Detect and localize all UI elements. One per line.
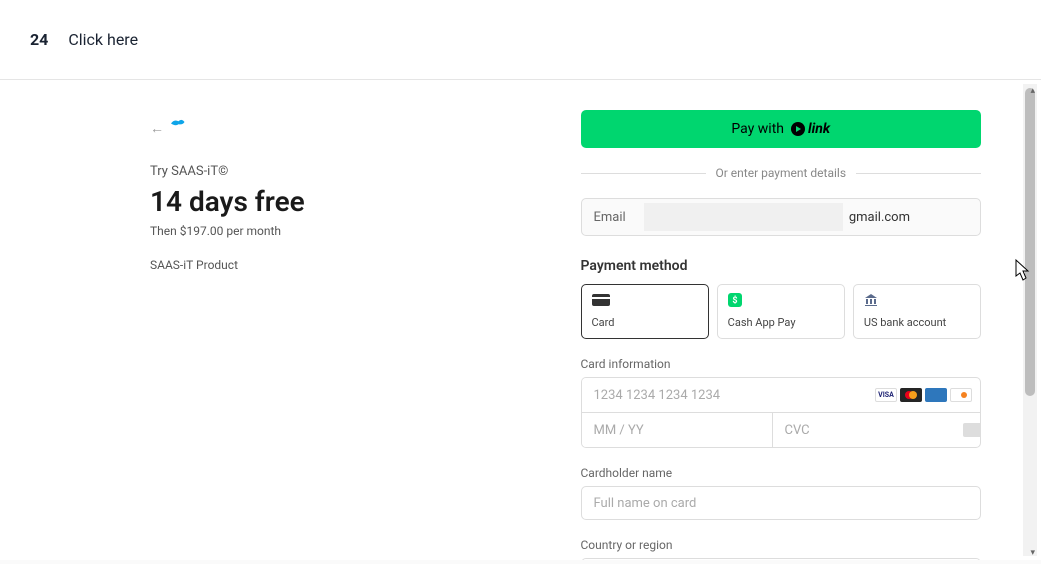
bank-icon: [864, 293, 878, 307]
right-panel: Pay with link Or enter payment details E…: [521, 80, 1041, 560]
cash-app-icon: $: [728, 293, 742, 307]
cvc-icon: [963, 423, 982, 437]
link-logo-icon: link: [790, 121, 830, 137]
cardholder-label: Cardholder name: [581, 466, 982, 480]
cardholder-name-input[interactable]: [581, 486, 982, 520]
card-number-input[interactable]: [582, 378, 876, 412]
product-name: SAAS-iT Product: [150, 258, 471, 272]
card-cvc-input[interactable]: [773, 413, 963, 447]
scroll-up-icon[interactable]: ▴: [1030, 86, 1035, 96]
country-select[interactable]: United States: [582, 559, 981, 560]
payment-method-tabs: Card $ Cash App Pay US bank account: [581, 284, 982, 339]
trial-headline: 14 days free: [150, 185, 471, 218]
country-label: Country or region: [581, 538, 982, 552]
cursor-icon: [1009, 258, 1031, 289]
price-after-trial: Then $197.00 per month: [150, 224, 471, 238]
step-header: 24 Click here: [0, 0, 1041, 80]
email-field[interactable]: Email gmail.com: [581, 198, 982, 236]
email-label: Email: [582, 210, 638, 225]
left-panel: ← Try SAAS-iT© 14 days free Then $197.00…: [0, 80, 521, 560]
step-number: 24: [30, 30, 48, 49]
email-domain: gmail.com: [849, 210, 980, 225]
mastercard-icon: [900, 388, 922, 402]
pay-with-link-button[interactable]: Pay with link: [581, 110, 982, 148]
amex-icon: [925, 388, 947, 402]
pay-with-label: Pay with: [731, 121, 784, 137]
card-info-label: Card information: [581, 357, 982, 371]
step-title: Click here: [68, 30, 138, 49]
brand-logo-icon: [168, 116, 186, 128]
tab-card[interactable]: Card: [581, 284, 709, 339]
content: ← Try SAAS-iT© 14 days free Then $197.00…: [0, 80, 1041, 560]
card-brands: VISA: [875, 388, 980, 402]
card-icon: [592, 293, 610, 307]
scrollbar-thumb[interactable]: [1025, 88, 1035, 396]
tab-cash-app[interactable]: $ Cash App Pay: [717, 284, 845, 339]
payment-method-heading: Payment method: [581, 258, 982, 274]
divider: Or enter payment details: [581, 166, 982, 180]
visa-icon: VISA: [875, 388, 897, 402]
trial-eyebrow: Try SAAS-iT©: [150, 164, 471, 179]
scroll-down-icon[interactable]: ▾: [1030, 548, 1035, 558]
divider-text: Or enter payment details: [716, 166, 847, 180]
discover-icon: [950, 388, 972, 402]
tab-us-bank[interactable]: US bank account: [853, 284, 981, 339]
card-inputs: VISA: [581, 377, 982, 448]
svg-text:$: $: [732, 295, 737, 306]
email-masked-area: [644, 203, 843, 231]
back-arrow-icon[interactable]: ←: [150, 120, 164, 137]
card-expiry-input[interactable]: [582, 413, 773, 447]
